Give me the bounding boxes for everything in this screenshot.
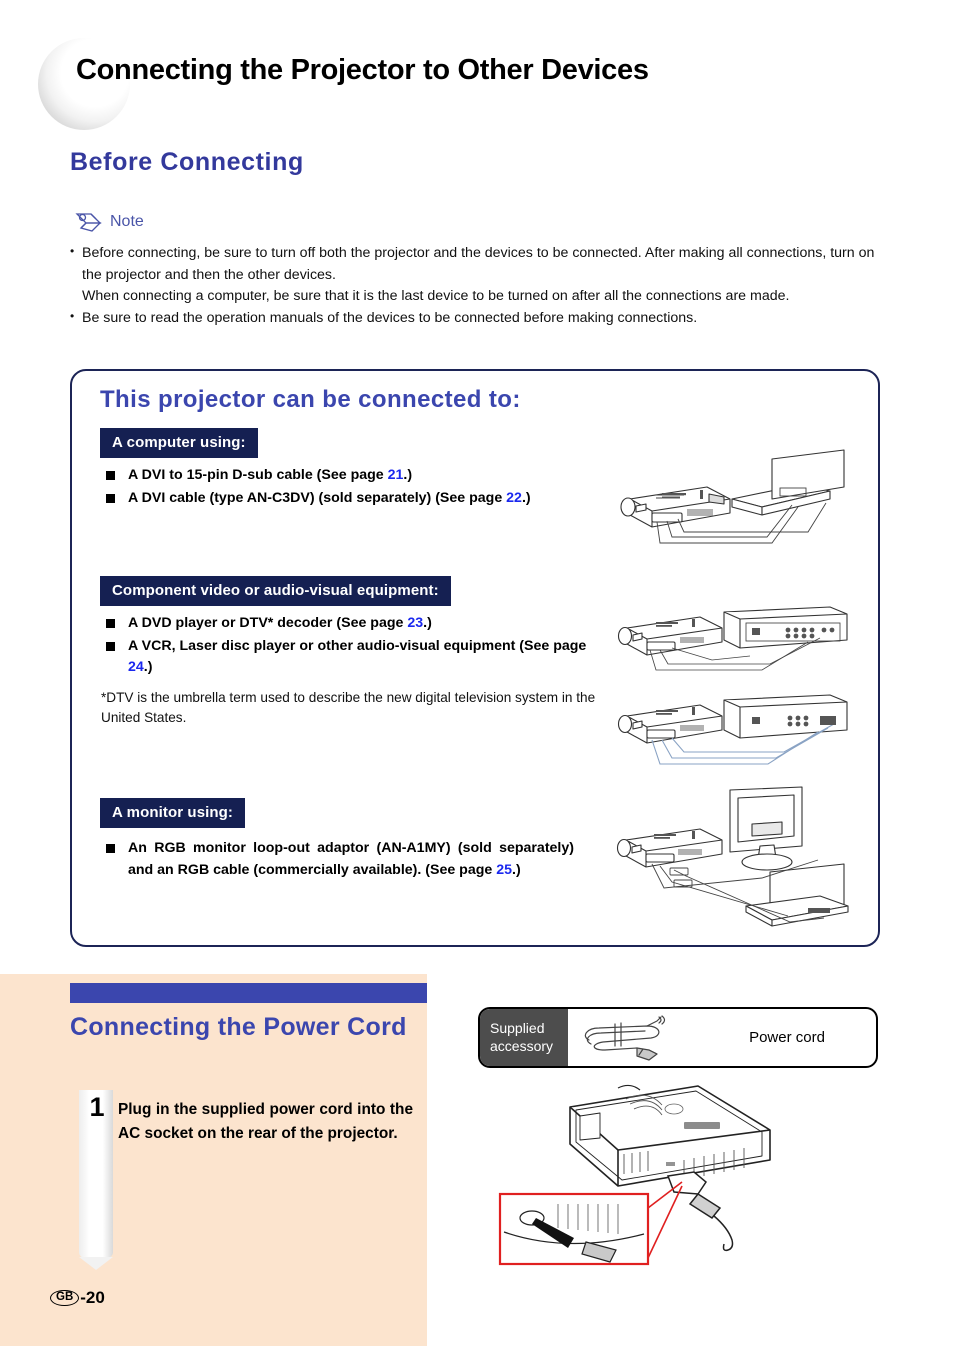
power-cord-icon: [568, 1009, 698, 1066]
bullet-list-component-video: A DVD player or DTV* decoder (See page 2…: [104, 613, 604, 680]
supplied-accessory-label-line1: Supplied: [490, 1020, 545, 1037]
note-item-continuation: When connecting a computer, be sure that…: [82, 288, 790, 305]
category-chip-computer: A computer using:: [100, 428, 258, 458]
supplied-accessory-box: Supplied accessory Power cord: [478, 1007, 878, 1068]
list-item-suffix: .): [512, 861, 521, 878]
list-item-text: A DVI to 15-pin D-sub cable (See page: [128, 467, 388, 483]
page-reference-link[interactable]: 23: [407, 615, 423, 631]
page-title: Connecting the Projector to Other Device…: [76, 54, 649, 86]
projector-ac-socket-illustration: [498, 1082, 878, 1302]
list-item-text: A DVI cable (type AN-C3DV) (sold separat…: [128, 489, 507, 506]
region-code-badge: GB: [50, 1289, 80, 1307]
supplied-accessory-label: Supplied accessory: [480, 1009, 568, 1066]
section-divider-bar: [70, 983, 427, 1003]
list-item: An RGB monitor loop-out adaptor (AN-A1MY…: [104, 838, 574, 881]
list-item-suffix: .): [423, 615, 432, 631]
category-chip-monitor: A monitor using:: [100, 798, 246, 828]
list-item-text: A VCR, Laser disc player or other audio-…: [128, 637, 587, 654]
step-number: 1: [89, 1092, 105, 1122]
list-item: A DVI cable (type AN-C3DV) (sold separat…: [104, 488, 564, 510]
note-item: Before connecting, be sure to turn off b…: [70, 242, 898, 286]
page-marker: GB -20: [50, 1288, 105, 1308]
section-heading-power-cord: Connecting the Power Cord: [70, 1013, 407, 1041]
bullet-list-computer: A DVI to 15-pin D-sub cable (See page 21…: [104, 465, 564, 510]
supplied-accessory-label-line2: accessory: [490, 1037, 554, 1054]
list-item: A DVI to 15-pin D-sub cable (See page 21…: [104, 465, 564, 487]
supplied-accessory-item-name: Power cord: [749, 1029, 825, 1046]
bullet-list-monitor: An RGB monitor loop-out adaptor (AN-A1MY…: [104, 838, 574, 882]
projector-to-laptop-illustration: [612, 447, 867, 557]
note-item: Be sure to read the operation manuals of…: [70, 307, 898, 330]
note-body: Before connecting, be sure to turn off b…: [70, 242, 898, 330]
note-header: Note: [74, 210, 144, 234]
list-item-text: A DVD player or DTV* decoder (See page: [128, 615, 408, 631]
list-item: A DVD player or DTV* decoder (See page 2…: [104, 613, 604, 635]
pencil-icon: [74, 210, 104, 234]
page-reference-link[interactable]: 22: [506, 490, 522, 506]
note-label: Note: [110, 213, 144, 230]
projector-to-dvd-player-illustration: [612, 604, 867, 686]
category-chip-component-video: Component video or audio-visual equipmen…: [100, 576, 451, 606]
page-reference-link[interactable]: 25: [496, 862, 512, 878]
page-reference-link[interactable]: 24: [128, 659, 144, 675]
projector-to-monitor-and-laptop-illustration: [612, 784, 867, 944]
step-instruction-text: Plug in the supplied power cord into the…: [118, 1101, 413, 1142]
page-number: -20: [80, 1288, 105, 1307]
dtv-footnote: *DTV is the umbrella term used to descri…: [101, 690, 596, 726]
list-item: A VCR, Laser disc player or other audio-…: [104, 636, 604, 679]
list-item-suffix: .): [403, 467, 413, 483]
list-item-suffix: .): [143, 659, 153, 676]
connection-panel-title: This projector can be connected to:: [100, 386, 521, 413]
list-item-suffix: .): [521, 489, 531, 506]
section-heading-before-connecting: Before Connecting: [70, 148, 304, 176]
projector-to-vcr-illustration: [612, 690, 867, 778]
page-reference-link[interactable]: 21: [388, 467, 404, 483]
